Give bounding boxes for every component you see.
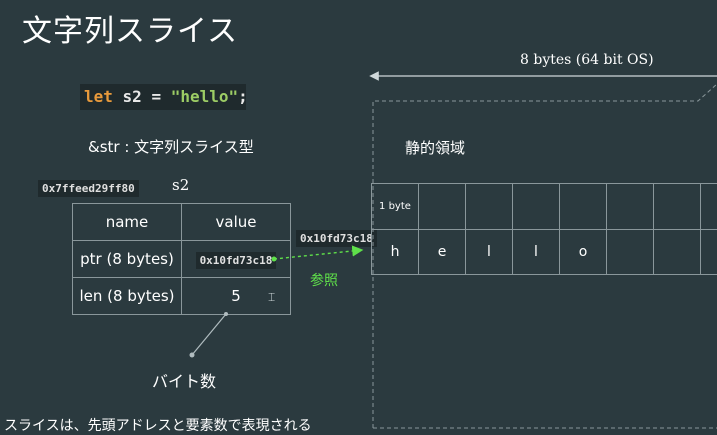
byte-count-pointer	[191, 313, 227, 356]
reference-origin-dot	[271, 256, 277, 262]
static-area-outline	[372, 83, 717, 428]
reference-arrow	[273, 245, 364, 260]
byte-count-pointer-end	[189, 352, 195, 358]
diagram-overlay	[189, 71, 717, 429]
footer-note: スライスは、先頭アドレスと要素数で表現される	[4, 418, 312, 434]
byte-count-pointer-start	[224, 312, 228, 316]
